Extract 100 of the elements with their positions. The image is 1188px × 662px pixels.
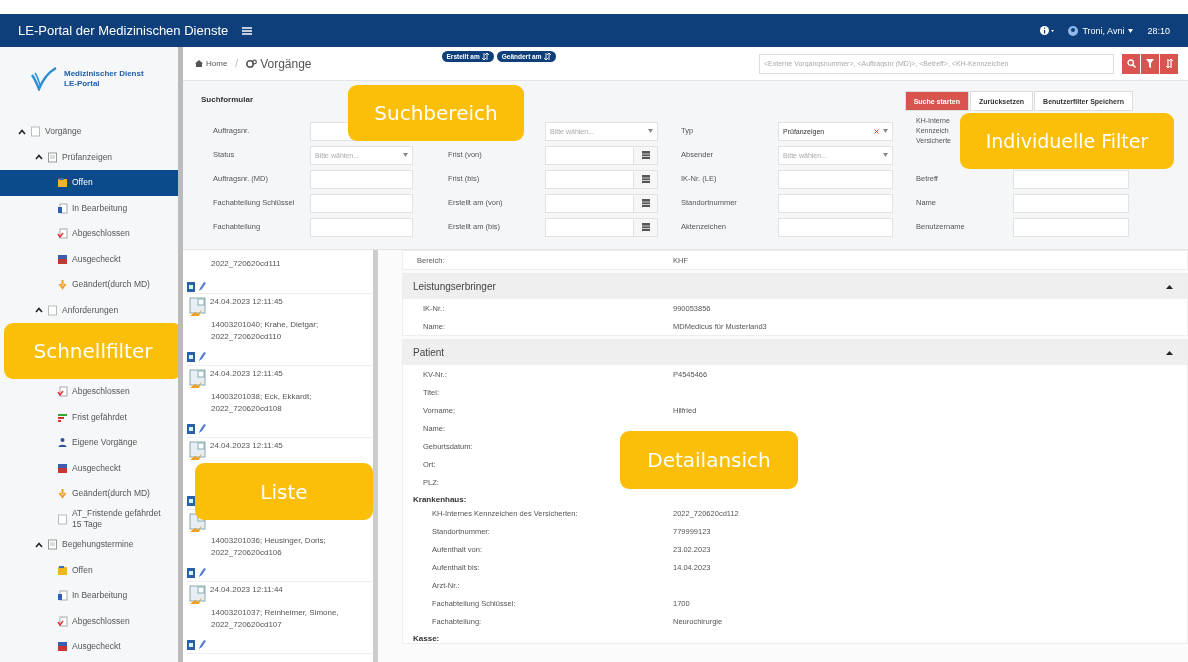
input-field[interactable]	[1013, 169, 1129, 189]
tree-item[interactable]: Offen	[0, 170, 178, 196]
closed-document-icon	[57, 386, 68, 398]
entry-text: 14003201040; Krahe, Dietgar; 2022_720620cd110	[210, 319, 320, 343]
input-field[interactable]	[778, 193, 893, 213]
tree-item[interactable]: Offen	[0, 557, 178, 583]
caret-icon	[883, 153, 888, 157]
document-icon	[57, 513, 68, 525]
document-star-icon	[187, 441, 207, 463]
tree-item[interactable]: Abgeschlossen	[0, 221, 178, 247]
list-item[interactable]: 24.04.2023 12:11:45 14003201038; Eck, Ekkardt; 2022_720620cd108	[187, 366, 373, 438]
tree-item[interactable]: Eigene Vorgänge	[0, 430, 178, 456]
chevron-up-icon[interactable]	[35, 541, 43, 548]
tree-item[interactable]: In Bearbeitung	[0, 195, 178, 221]
filter-button[interactable]	[1141, 53, 1159, 74]
list-item[interactable]: 2022_720620cd111	[187, 250, 373, 294]
input-field[interactable]	[1013, 193, 1129, 213]
tree-item[interactable]: In Bearbeitung	[0, 583, 178, 609]
user-name[interactable]: Troni, Avni	[1082, 25, 1125, 36]
pen-icon[interactable]	[198, 568, 206, 578]
user-icon	[1068, 25, 1079, 36]
tree-item[interactable]: Ausgecheckt	[0, 455, 178, 481]
annotation-tooltip: Suchbereich	[348, 85, 524, 141]
sort-icon	[1165, 59, 1173, 68]
info-icon[interactable]	[1040, 26, 1055, 35]
closed-document-icon	[57, 615, 68, 627]
input-field[interactable]	[778, 217, 893, 237]
document-badge-icon[interactable]	[187, 424, 195, 434]
document-badge-icon[interactable]	[187, 568, 195, 578]
document-badge-icon[interactable]	[187, 352, 195, 362]
tree-item[interactable]: Ausgecheckt	[0, 634, 178, 660]
pen-icon[interactable]	[198, 352, 206, 362]
folder-icon	[57, 564, 68, 576]
input-field[interactable]	[310, 169, 413, 189]
chevron-up-icon[interactable]	[18, 128, 26, 135]
collapse-icon[interactable]	[1166, 284, 1173, 289]
tree-item[interactable]: Frist gefährdet	[0, 404, 178, 430]
tree-item[interactable]: Abgeschlossen	[0, 608, 178, 634]
chevron-up-icon[interactable]	[35, 154, 43, 161]
pen-icon[interactable]	[198, 640, 206, 650]
home-icon	[195, 60, 203, 67]
calendar-icon	[641, 151, 650, 159]
app-title: LE-Portal der Medizinischen Dienste	[18, 23, 229, 38]
calendar-button[interactable]	[633, 170, 657, 188]
input-field[interactable]	[1013, 217, 1129, 237]
annotation-tooltip: Schnellfilter	[4, 323, 178, 379]
date-field[interactable]	[545, 217, 658, 237]
group-title: Kasse:	[412, 633, 441, 643]
logo-text: LE-Portal	[64, 79, 101, 89]
tree-item[interactable]: AT_Fristende gefährdet 15 Tage	[0, 506, 178, 532]
calendar-button[interactable]	[633, 146, 657, 164]
input-field[interactable]	[778, 169, 893, 189]
filter-icon	[1146, 59, 1154, 68]
sort-button[interactable]	[1160, 53, 1178, 74]
tree-item[interactable]: Ausgecheckt	[0, 246, 178, 272]
sort-icon	[543, 53, 551, 60]
caret-icon	[648, 129, 653, 133]
document-badge-icon[interactable]	[187, 640, 195, 650]
tree-item[interactable]: Begehungstermine	[0, 532, 178, 558]
list-item[interactable]: 24.04.2023 12:11:44 14003201037; Reinheimer, Simone, 2022_720620cd107	[187, 582, 373, 654]
chevron-up-icon[interactable]	[35, 307, 43, 314]
input-field[interactable]	[310, 217, 413, 237]
search-button[interactable]	[1122, 53, 1140, 74]
folder-icon	[57, 177, 68, 189]
list-item[interactable]: 24.04.2023 12:11:45 14003201040; Krahe, Dietgar; 2022_720620cd110	[187, 294, 373, 366]
logo-icon	[30, 67, 58, 91]
caret-icon	[1128, 28, 1134, 33]
input-field[interactable]	[310, 193, 413, 213]
date-field[interactable]	[545, 193, 658, 213]
section-header[interactable]: Patient	[403, 340, 1187, 365]
tree-item[interactable]: Abgeschlossen	[0, 379, 178, 405]
person-icon	[57, 437, 68, 449]
closed-document-icon	[57, 228, 68, 240]
tree-item[interactable]: Prüfanzeigen	[0, 144, 178, 170]
collapse-icon[interactable]	[1166, 350, 1173, 355]
calendar-icon	[641, 223, 650, 231]
annotation-tooltip: Detailansich	[620, 431, 798, 489]
document-badge-icon[interactable]	[187, 282, 195, 292]
calendar-button[interactable]	[633, 218, 657, 236]
menu-icon[interactable]	[242, 26, 253, 35]
entry-text: 2022_720620cd111	[210, 258, 282, 270]
section-header[interactable]: Leistungserbringer	[403, 274, 1187, 299]
date-field[interactable]	[545, 169, 658, 189]
calendar-button[interactable]	[633, 194, 657, 212]
session-time: 28:10	[1147, 25, 1170, 36]
tree-item[interactable]: Anforderungen	[0, 297, 178, 323]
tree-item[interactable]: Geändert(durch MD)	[0, 272, 178, 298]
date-field[interactable]	[545, 145, 658, 165]
pen-icon[interactable]	[198, 424, 206, 434]
entry-text: 14003201037; Reinheimer, Simone, 2022_720620cd107	[210, 607, 340, 631]
entry-date: 24.04.2023 12:11:45	[210, 297, 283, 306]
pen-icon[interactable]	[198, 282, 206, 292]
clear-icon[interactable]	[874, 128, 879, 134]
document-icon	[47, 539, 58, 551]
sort-icon	[481, 53, 489, 60]
document-badge-icon[interactable]	[187, 496, 195, 506]
breadcrumb-link[interactable]: Home	[195, 59, 228, 68]
group-title: Krankenhaus:	[412, 494, 468, 504]
tree-item[interactable]: Geändert(durch MD)	[0, 481, 178, 507]
tree-item[interactable]: Vorgänge	[0, 119, 178, 145]
